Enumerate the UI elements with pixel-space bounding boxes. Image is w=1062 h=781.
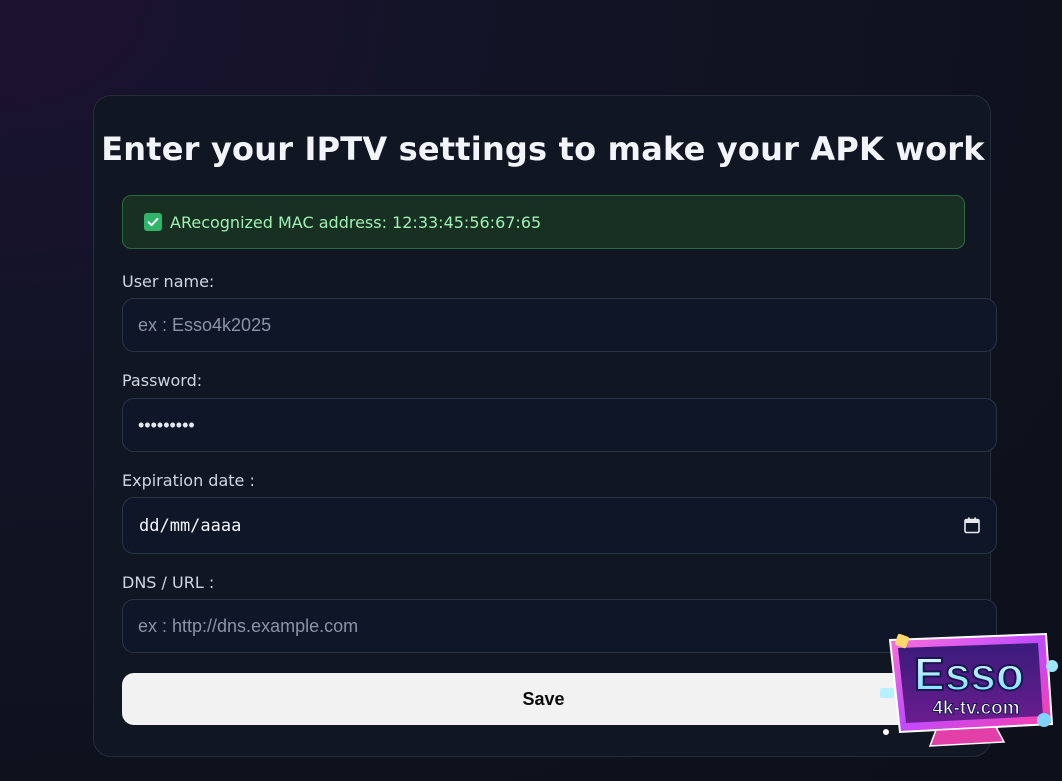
username-input[interactable] — [122, 298, 997, 352]
dns-url-label: DNS / URL : — [122, 573, 215, 592]
mac-address-text: ARecognized MAC address: 12:33:45:56:67:… — [170, 212, 542, 232]
check-box-icon — [144, 213, 162, 231]
settings-card: Enter your IPTV settings to make your AP… — [93, 95, 997, 757]
logo-brand-text: Esso — [914, 648, 1024, 700]
expiration-date-value: dd/mm/aaaa — [139, 515, 242, 536]
esso-logo: Esso 4k-tv.com — [880, 632, 1058, 747]
mac-status-banner: ARecognized MAC address: 12:33:45:56:67:… — [122, 195, 965, 249]
dns-url-input[interactable] — [122, 599, 997, 653]
password-label: Password: — [122, 371, 203, 390]
expiration-date-label: Expiration date : — [122, 471, 255, 490]
save-button[interactable]: Save — [122, 673, 965, 725]
calendar-icon[interactable] — [964, 517, 980, 534]
expiration-date-input[interactable]: dd/mm/aaaa — [122, 497, 997, 554]
username-label: User name: — [122, 272, 215, 291]
page-title: Enter your IPTV settings to make your AP… — [101, 130, 985, 168]
logo-domain-text: 4k-tv.com — [932, 698, 1019, 719]
password-input[interactable] — [122, 398, 997, 452]
